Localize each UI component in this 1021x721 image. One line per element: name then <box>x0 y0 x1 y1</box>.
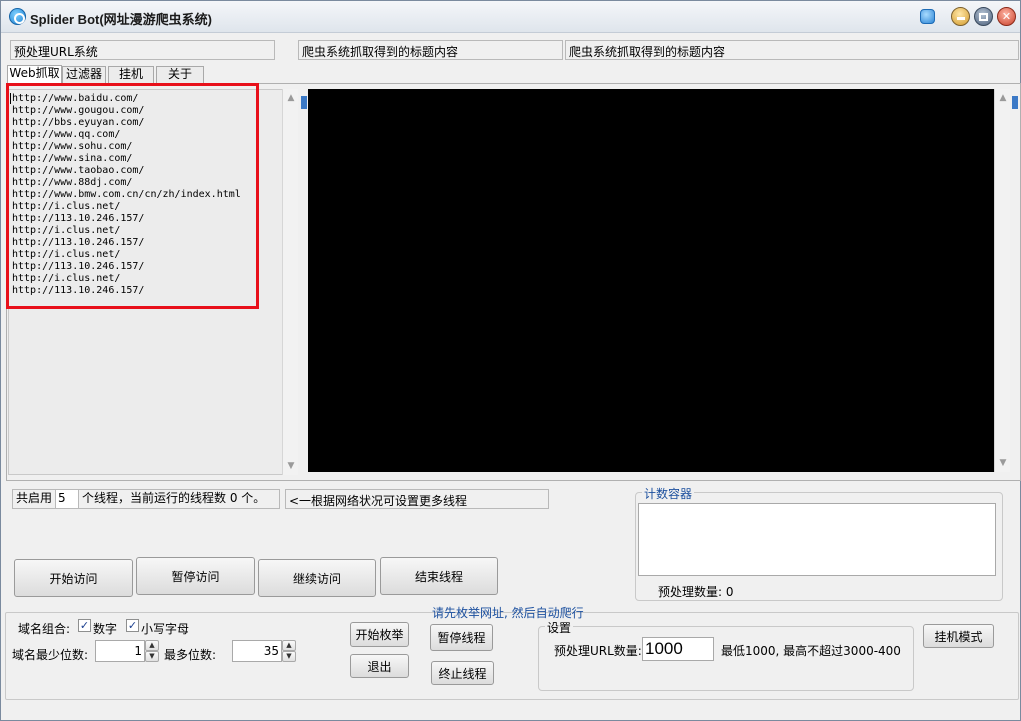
url-list-item: http://www.bmw.com.cn/cn/zh/index.html <box>12 189 241 200</box>
url-list-item: http://www.88dj.com/ <box>12 177 133 188</box>
scroll-down-icon[interactable]: ▼ <box>996 456 1010 470</box>
thread-count-input[interactable]: 5 <box>55 490 80 508</box>
lowercase-checkbox[interactable]: ✓ <box>126 619 139 632</box>
preprocess-count-label: 预处理数量: 0 <box>658 585 734 599</box>
close-button[interactable]: ✕ <box>997 7 1016 26</box>
url-list-item: http://i.clus.net/ <box>12 273 121 284</box>
url-list-item: http://www.sina.com/ <box>12 153 133 164</box>
end-threads-button[interactable]: 结束线程 <box>380 557 498 595</box>
pause-thread-button[interactable]: 暂停线程 <box>430 624 493 651</box>
settings-title: 设置 <box>545 619 574 636</box>
console-output[interactable] <box>308 89 994 472</box>
max-length-spinner[interactable]: ▲ ▼ <box>282 640 296 662</box>
url-list-item: http://i.clus.net/ <box>12 201 121 212</box>
title-bar: Splider Bot(网址漫游爬虫系统) ✕ <box>1 1 1020 33</box>
splitter[interactable] <box>301 89 308 472</box>
idle-mode-button[interactable]: 挂机模式 <box>923 624 994 648</box>
app-logo-icon <box>9 8 26 25</box>
url-list: http://www.baidu.com/http://www.gougou.c… <box>12 93 282 297</box>
min-length-spinner[interactable]: ▲ ▼ <box>145 640 159 662</box>
digits-label: 数字 <box>93 622 118 636</box>
url-list-item: http://bbs.eyuyan.com/ <box>12 117 145 128</box>
url-list-item: http://www.gougou.com/ <box>12 105 145 116</box>
start-visit-button[interactable]: 开始访问 <box>14 559 133 597</box>
text-caret <box>10 93 11 104</box>
url-list-item: http://113.10.246.157/ <box>12 261 145 272</box>
url-list-item: http://113.10.246.157/ <box>12 237 145 248</box>
resume-visit-button[interactable]: 继续访问 <box>258 559 376 597</box>
url-list-item: http://i.clus.net/ <box>12 249 121 260</box>
main-window: Splider Bot(网址漫游爬虫系统) ✕ 预处理URL系统 爬虫系统抓取得… <box>0 0 1021 721</box>
minimize-button[interactable] <box>951 7 970 26</box>
min-length-label: 域名最少位数: <box>12 648 89 662</box>
close-icon: ✕ <box>1001 10 1012 23</box>
thread-status-text: 个线程，当前运行的线程数 0 个。 <box>82 491 266 505</box>
url-list-item: http://www.baidu.com/ <box>12 93 139 104</box>
crawled-title-field-2[interactable]: 爬虫系统抓取得到的标题内容 <box>565 40 1019 60</box>
url-list-item: http://i.clus.net/ <box>12 225 121 236</box>
max-length-input[interactable]: 35 <box>232 640 282 662</box>
console-scrollbar[interactable]: ▲ ▼ <box>994 89 1010 472</box>
scroll-up-icon[interactable]: ▲ <box>996 91 1010 105</box>
counter-display <box>638 503 996 576</box>
spin-up-icon[interactable]: ▲ <box>145 640 159 651</box>
url-count-input[interactable]: 1000 <box>642 637 714 661</box>
maximize-icon <box>979 12 988 21</box>
thread-prefix-label: 共启用 <box>16 491 53 505</box>
url-count-limit-text: 最低1000, 最高不超过3000-400 <box>721 644 901 658</box>
lowercase-label: 小写字母 <box>141 622 190 636</box>
preprocess-url-field[interactable]: 预处理URL系统 <box>10 40 275 60</box>
tab-filter[interactable]: 过滤器 <box>62 66 106 83</box>
tab-idle[interactable]: 挂机 <box>108 66 154 83</box>
spin-up-icon[interactable]: ▲ <box>282 640 296 651</box>
spin-down-icon[interactable]: ▼ <box>145 651 159 662</box>
url-list-item: http://www.taobao.com/ <box>12 165 145 176</box>
thread-hint-text: <一根据网络状况可设置更多线程 <box>285 489 549 509</box>
stop-thread-button[interactable]: 终止线程 <box>431 661 494 685</box>
tab-web-crawl[interactable]: Web抓取 <box>7 65 62 83</box>
maximize-button[interactable] <box>974 7 993 26</box>
url-list-item: http://www.qq.com/ <box>12 129 121 140</box>
thread-config-row: 共启用 5 个线程，当前运行的线程数 0 个。 <box>12 489 280 509</box>
start-enum-button[interactable]: 开始枚举 <box>350 622 409 647</box>
splitter-marker-left <box>301 96 307 109</box>
url-list-item: http://113.10.246.157/ <box>12 285 145 296</box>
domain-combo-label: 域名组合: <box>18 622 71 636</box>
skin-gem-icon[interactable] <box>920 9 935 24</box>
tab-about[interactable]: 关于 <box>156 66 204 83</box>
minimize-icon <box>956 17 965 20</box>
spin-down-icon[interactable]: ▼ <box>282 651 296 662</box>
url-list-item: http://www.sohu.com/ <box>12 141 133 152</box>
digits-checkbox[interactable]: ✓ <box>78 619 91 632</box>
max-length-label: 最多位数: <box>164 648 217 662</box>
pause-visit-button[interactable]: 暂停访问 <box>136 557 255 595</box>
window-title: Splider Bot(网址漫游爬虫系统) <box>30 12 212 27</box>
url-list-item: http://113.10.246.157/ <box>12 213 145 224</box>
url-count-label: 预处理URL数量: <box>554 644 642 658</box>
url-list-textarea[interactable]: http://www.baidu.com/http://www.gougou.c… <box>8 89 283 475</box>
scroll-down-icon[interactable]: ▼ <box>284 459 298 473</box>
min-length-input[interactable]: 1 <box>95 640 145 662</box>
exit-button[interactable]: 退出 <box>350 654 409 678</box>
scroll-up-icon[interactable]: ▲ <box>284 91 298 105</box>
splitter-marker-right <box>1012 96 1018 109</box>
counter-group-title: 计数容器 <box>642 485 695 502</box>
crawled-title-field-1[interactable]: 爬虫系统抓取得到的标题内容 <box>298 40 563 60</box>
url-list-scrollbar[interactable]: ▲ ▼ <box>282 89 298 475</box>
